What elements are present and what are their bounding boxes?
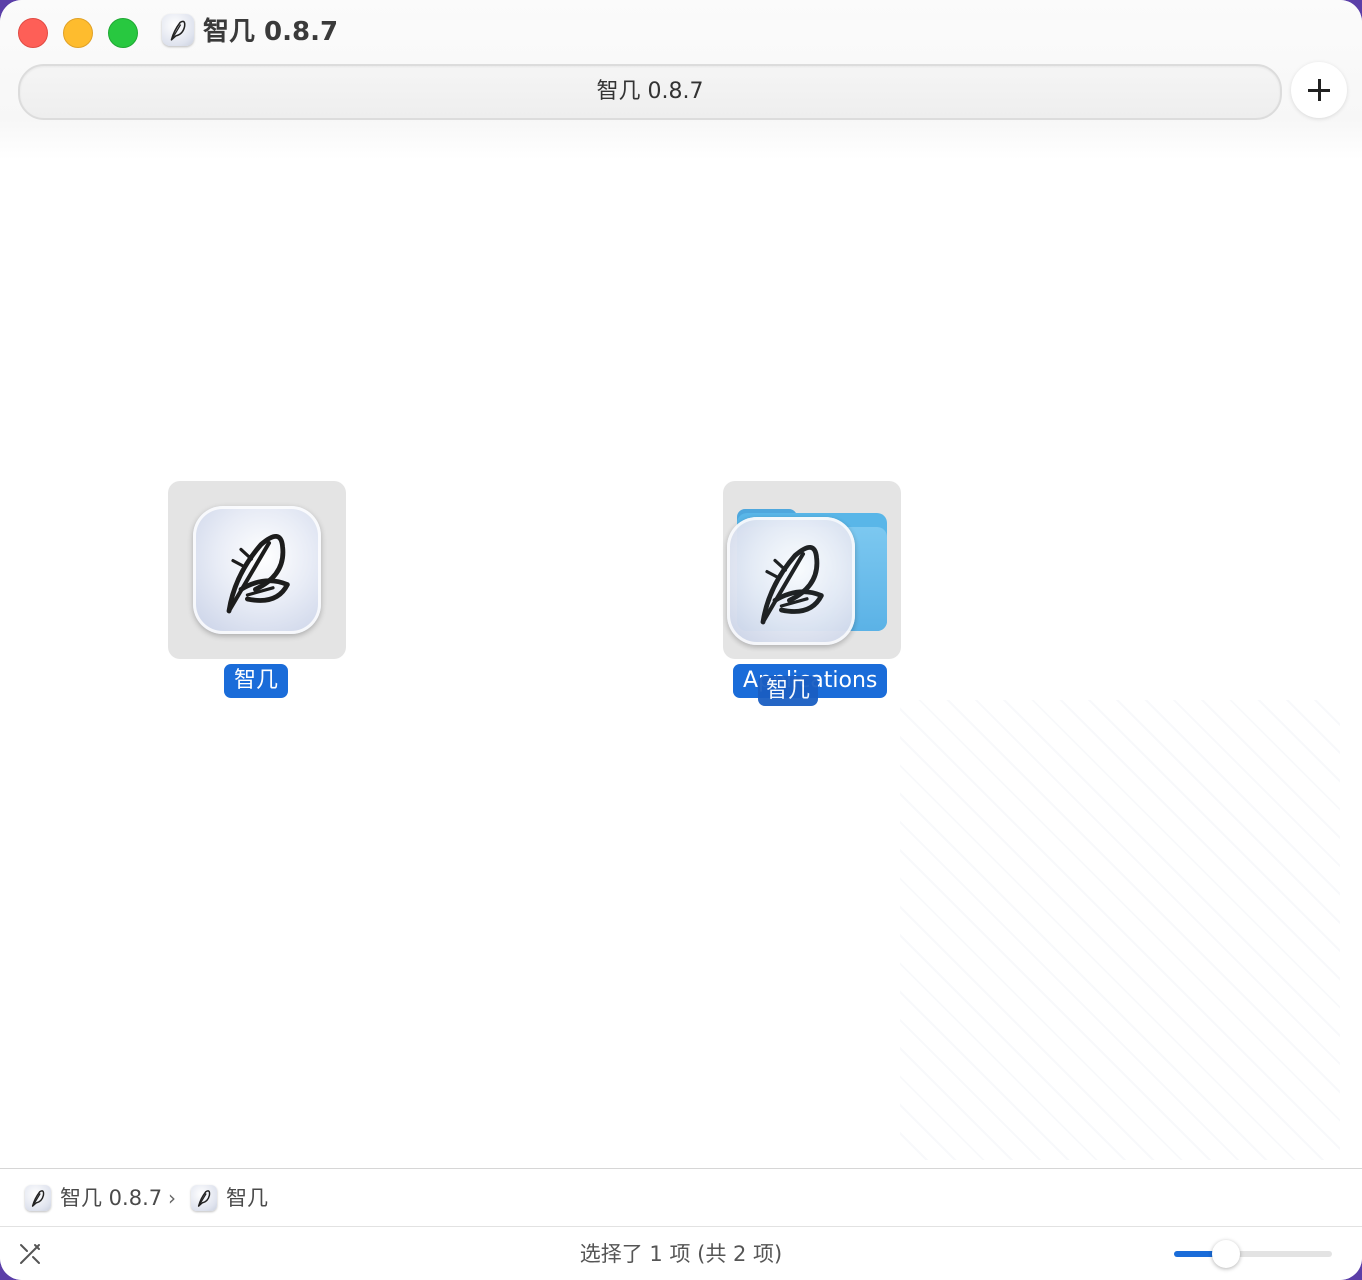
zoom-button[interactable] (108, 18, 138, 48)
breadcrumb: 智几 0.8.7 › 智几 (0, 1168, 1362, 1227)
breadcrumb-item[interactable]: 智几 (226, 1183, 268, 1213)
leaf-app-icon (25, 1185, 51, 1211)
leaf-app-icon (193, 506, 321, 634)
minimize-button[interactable] (63, 18, 93, 48)
finder-window: 智几 0.8.7 智几 0.8.7 智几 智几 智几 0.8.7 › 智几 选择… (0, 0, 1362, 1280)
title-bar: 智几 0.8.7 智几 0.8.7 (0, 0, 1362, 160)
close-button[interactable] (18, 18, 48, 48)
dragged-item-label: 智几 (758, 676, 819, 706)
icon-size-slider[interactable] (1174, 1251, 1332, 1257)
path-field[interactable]: 智几 0.8.7 (18, 64, 1282, 120)
file-item-applications-folder[interactable]: Applications 智几 (723, 481, 903, 706)
chevron-right-icon: › (168, 1186, 176, 1210)
leaf-app-icon (191, 1185, 217, 1211)
status-bar: 选择了 1 项 (共 2 项) (0, 1226, 1362, 1280)
slider-knob[interactable] (1212, 1240, 1241, 1268)
file-item-app[interactable]: 智几 (168, 481, 348, 701)
leaf-app-icon (162, 14, 194, 46)
plus-icon[interactable] (1291, 62, 1347, 118)
file-browser-area[interactable]: 智几 Applications 智几 (0, 160, 1362, 1168)
status-text: 选择了 1 项 (共 2 项) (579, 1242, 783, 1266)
file-item-label: 智几 (224, 664, 289, 698)
breadcrumb-item[interactable]: 智几 0.8.7 (60, 1183, 162, 1213)
window-title: 智几 0.8.7 (203, 17, 339, 47)
path-field-text: 智几 0.8.7 (596, 79, 704, 104)
background-watermark (900, 700, 1340, 1160)
dragged-leaf-app-icon (727, 517, 855, 645)
